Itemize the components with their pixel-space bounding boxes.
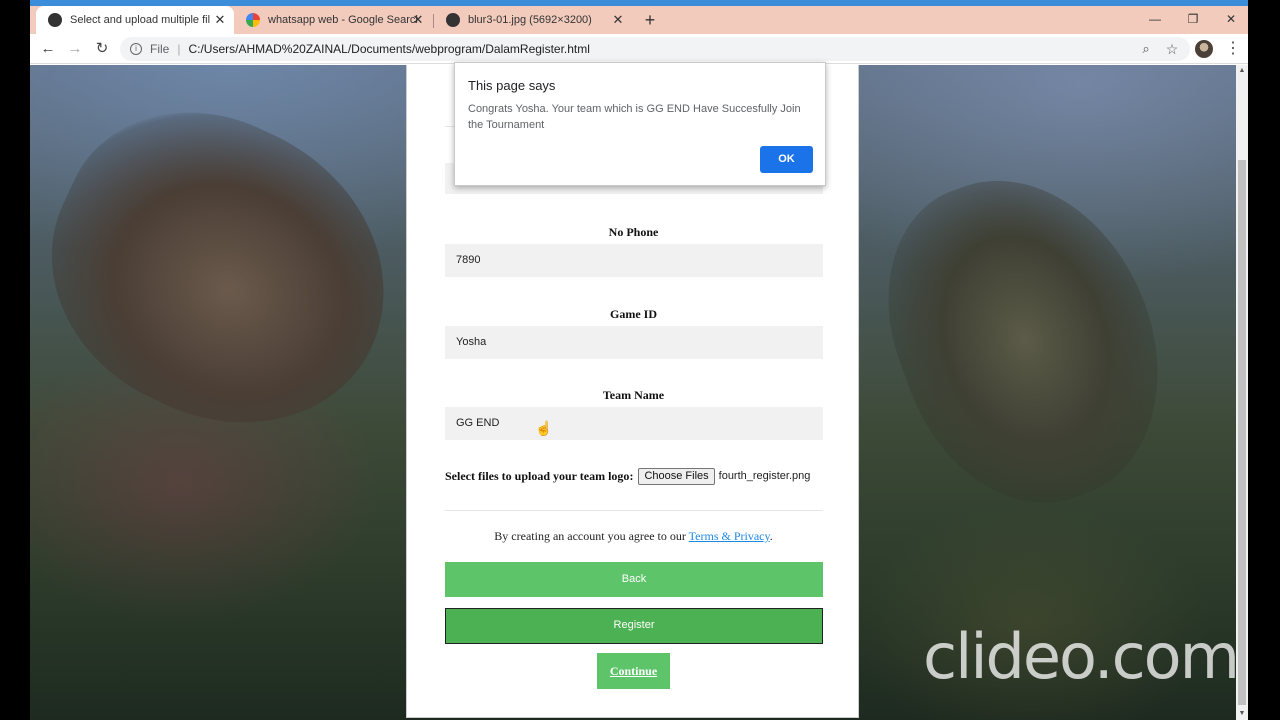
bookmark-star-icon[interactable]: ☆ [1164, 41, 1180, 57]
alert-dialog: This page says Congrats Yosha. Your team… [454, 62, 826, 186]
address-separator: | [177, 42, 181, 56]
game-id-label: Game ID [610, 307, 657, 321]
background-skydiver-right [851, 142, 1199, 538]
profile-avatar[interactable] [1195, 40, 1213, 58]
choose-files-button[interactable]: Choose Files [638, 467, 715, 485]
terms-text: By creating an account you agree to our … [407, 529, 860, 544]
background-skydiver-left [30, 66, 436, 474]
team-name-label: Team Name [602, 388, 665, 402]
tab-title: whatsapp web - Google Search [268, 14, 418, 26]
kebab-menu-icon[interactable]: ⋮ [1225, 38, 1241, 60]
phone-input[interactable]: 7890 [445, 244, 823, 277]
address-bar[interactable]: i File | C:/Users/AHMAD%20ZAINAL/Documen… [120, 37, 1190, 61]
info-icon[interactable]: i [130, 43, 142, 55]
close-icon[interactable]: ✕ [410, 12, 426, 28]
address-url: C:/Users/AHMAD%20ZAINAL/Documents/webpro… [188, 42, 590, 56]
screen: Select and upload multiple files t ✕ wha… [0, 0, 1280, 720]
tab-select-upload[interactable]: Select and upload multiple files t ✕ [36, 6, 234, 34]
tab-blur-image[interactable]: blur3-01.jpg (5692×3200) ✕ [434, 6, 632, 34]
close-icon[interactable]: ✕ [610, 12, 626, 28]
google-g-icon [246, 13, 260, 27]
phone-label: No Phone [608, 225, 659, 239]
team-name-input[interactable]: GG END [445, 407, 823, 440]
window-close-icon[interactable]: ✕ [1212, 6, 1248, 32]
web-globe-icon [48, 13, 62, 27]
upload-label: Select files to upload your team logo [445, 468, 630, 483]
web-globe-icon [446, 13, 460, 27]
selected-file-name: fourth_register.png [718, 470, 811, 482]
scrollbar-thumb[interactable] [1238, 160, 1246, 705]
maximize-icon[interactable]: ❐ [1174, 6, 1212, 32]
register-button[interactable]: Register [445, 608, 823, 644]
minimize-icon[interactable]: — [1136, 6, 1174, 32]
browser-toolbar: ← → ↻ i File | C:/Users/AHMAD%20ZAINAL/D… [30, 34, 1248, 64]
game-id-input[interactable]: Yosha [445, 326, 823, 359]
divider [445, 510, 823, 511]
upload-label-colon: : [629, 468, 634, 483]
tab-whatsapp-search[interactable]: whatsapp web - Google Search ✕ [234, 6, 432, 34]
hand-cursor-icon: ☝ [535, 420, 553, 436]
back-button[interactable]: Back [445, 562, 823, 597]
close-icon[interactable]: ✕ [212, 12, 228, 28]
terms-prefix: By creating an account you agree to our [494, 529, 689, 543]
tab-title: blur3-01.jpg (5692×3200) [468, 14, 592, 26]
back-arrow-icon[interactable]: ← [37, 38, 59, 60]
continue-button[interactable]: Continue [597, 653, 670, 689]
scroll-down-arrow-icon[interactable]: ▼ [1236, 708, 1248, 720]
tab-bar: Select and upload multiple files t ✕ wha… [30, 6, 1248, 34]
address-scheme: File [150, 42, 170, 56]
tab-title: Select and upload multiple files t [70, 14, 210, 26]
forward-arrow-icon[interactable]: → [64, 38, 86, 60]
dialog-message: Congrats Yosha. Your team which is GG EN… [468, 103, 801, 131]
reload-icon[interactable]: ↻ [91, 38, 113, 60]
logo-upload-row: Select files to upload your team logo: C… [445, 467, 823, 485]
terms-suffix: . [769, 529, 773, 543]
scroll-up-arrow-icon[interactable]: ▲ [1236, 65, 1248, 77]
watermark-text: clideo.com [923, 620, 1236, 693]
dialog-title: This page says [468, 78, 556, 93]
new-tab-plus-icon[interactable]: + [640, 10, 660, 30]
zoom-magnifier-icon[interactable]: ⌕ [1138, 41, 1154, 57]
terms-privacy-link[interactable]: Terms & Privacy [689, 529, 770, 543]
dialog-ok-button[interactable]: OK [760, 146, 813, 173]
page-scrollbar[interactable]: ▲ ▼ [1236, 65, 1248, 720]
